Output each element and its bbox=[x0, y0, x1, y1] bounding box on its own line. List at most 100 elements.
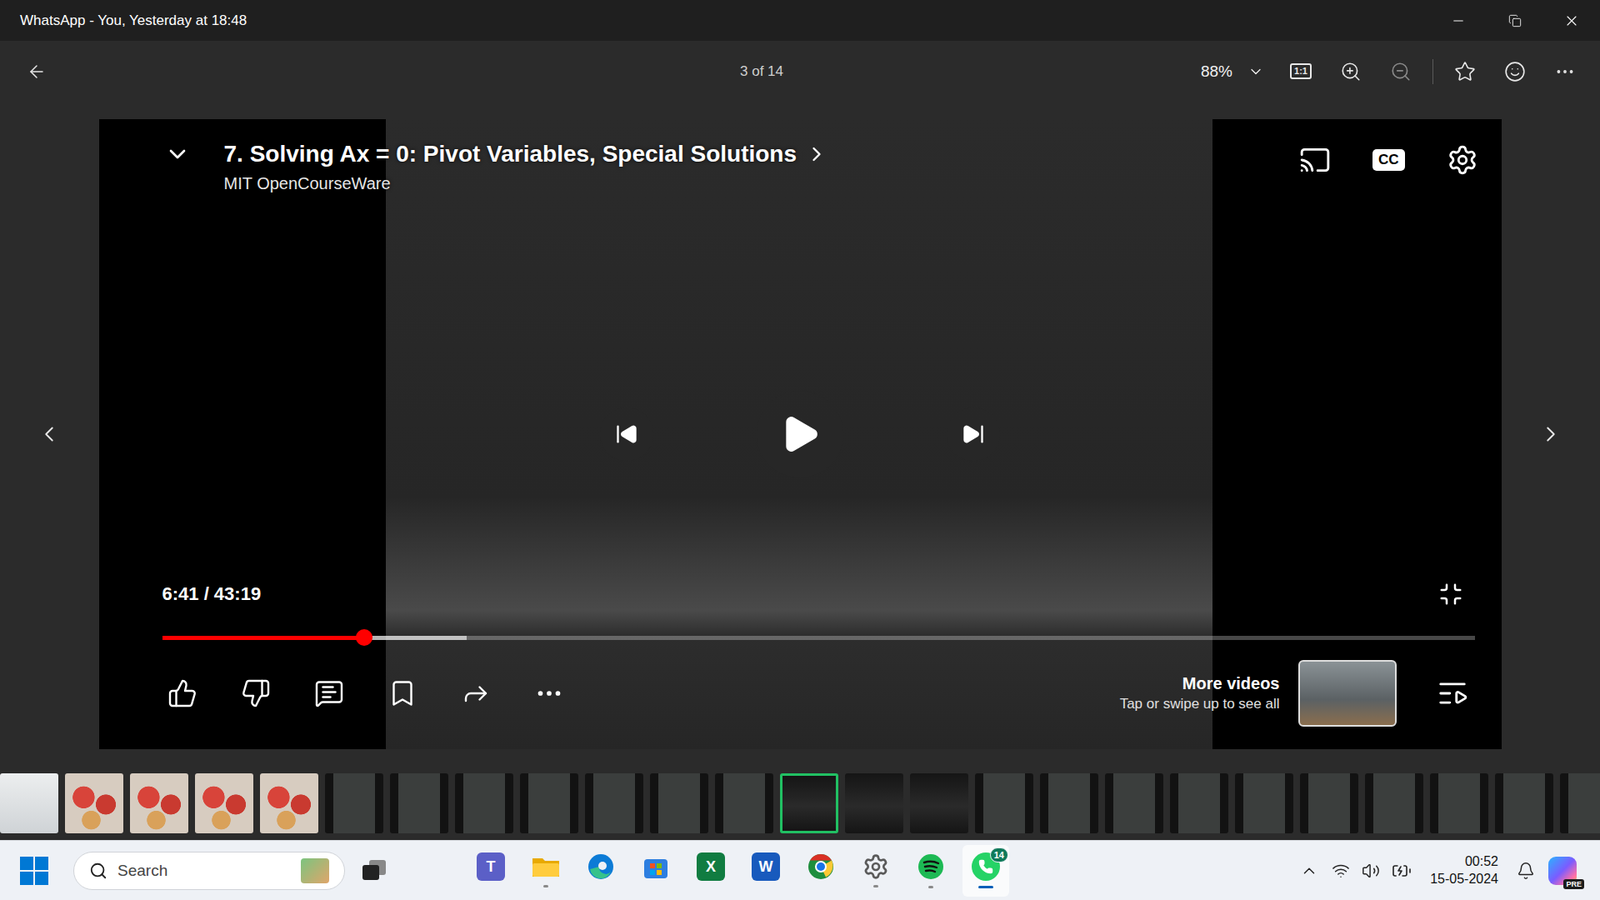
play-icon bbox=[779, 413, 821, 455]
zoom-out-icon bbox=[1390, 60, 1412, 83]
running-indicator bbox=[763, 885, 769, 889]
media-thumbnail[interactable] bbox=[455, 773, 514, 834]
taskbar-app[interactable] bbox=[632, 845, 680, 897]
media-thumbnail[interactable] bbox=[845, 773, 904, 834]
minimize-button[interactable] bbox=[1430, 0, 1487, 41]
more-icon[interactable] bbox=[534, 678, 565, 709]
taskbar-app[interactable] bbox=[522, 845, 570, 897]
more-icon bbox=[1554, 60, 1576, 83]
actual-size-icon: 1:1 bbox=[1290, 63, 1312, 80]
previous-media-button[interactable] bbox=[30, 415, 68, 453]
excel-icon: X bbox=[696, 852, 725, 881]
quick-settings[interactable] bbox=[1331, 860, 1412, 881]
dislike-icon[interactable] bbox=[240, 678, 271, 709]
settings-icon bbox=[862, 853, 890, 880]
chevron-left-icon bbox=[36, 421, 62, 447]
chevron-right-icon bbox=[1538, 421, 1564, 447]
media-thumbnail[interactable] bbox=[1040, 773, 1099, 834]
scrubber-knob[interactable] bbox=[355, 629, 373, 646]
chevron-up-icon[interactable] bbox=[1300, 861, 1319, 880]
search-highlight-image bbox=[300, 858, 330, 884]
taskbar-app[interactable] bbox=[907, 845, 955, 897]
taskbar-search[interactable]: Search bbox=[73, 851, 345, 890]
actual-size-button[interactable]: 1:1 bbox=[1282, 53, 1320, 90]
player-overlay: 7. Solving Ax = 0: Pivot Variables, Spec… bbox=[99, 119, 1502, 750]
taskbar-app[interactable] bbox=[577, 845, 625, 897]
running-indicator bbox=[653, 885, 659, 889]
zoom-dropdown[interactable]: 88% bbox=[1197, 62, 1268, 81]
search-icon bbox=[89, 861, 108, 880]
whatsapp-icon: 14 bbox=[971, 852, 1000, 881]
media-thumbnail[interactable] bbox=[1495, 773, 1554, 834]
copilot-icon[interactable]: PRE bbox=[1548, 856, 1577, 885]
more-button[interactable] bbox=[1546, 53, 1584, 90]
queue-icon[interactable] bbox=[1436, 677, 1469, 710]
previous-video-button[interactable] bbox=[600, 407, 654, 461]
back-arrow-icon bbox=[26, 61, 47, 82]
taskbar-app[interactable] bbox=[797, 845, 845, 897]
next-media-button[interactable] bbox=[1532, 415, 1570, 453]
media-thumbnail[interactable] bbox=[975, 773, 1034, 834]
screenshot-image: 7. Solving Ax = 0: Pivot Variables, Spec… bbox=[99, 119, 1502, 750]
channel-name[interactable]: MIT OpenCourseWare bbox=[224, 174, 1300, 194]
share-icon[interactable] bbox=[460, 678, 491, 709]
media-thumbnail[interactable] bbox=[1365, 773, 1424, 834]
taskbar-app[interactable] bbox=[852, 845, 900, 897]
media-thumbnail[interactable] bbox=[1105, 773, 1164, 834]
media-thumbnail[interactable] bbox=[1430, 773, 1489, 834]
zoom-in-button[interactable] bbox=[1332, 53, 1370, 90]
start-button[interactable] bbox=[20, 856, 49, 885]
restore-button[interactable] bbox=[1486, 0, 1544, 41]
media-thumbnail[interactable] bbox=[585, 773, 644, 834]
gear-icon[interactable] bbox=[1446, 144, 1479, 176]
react-button[interactable] bbox=[1496, 53, 1534, 90]
folder-icon bbox=[530, 853, 561, 880]
played-fill bbox=[162, 635, 365, 640]
media-thumbnail[interactable] bbox=[1560, 773, 1600, 834]
progress-bar[interactable] bbox=[162, 635, 1475, 640]
media-thumbnail[interactable] bbox=[520, 773, 579, 834]
media-thumbnail[interactable] bbox=[650, 773, 709, 834]
close-button[interactable] bbox=[1543, 0, 1600, 41]
like-icon[interactable] bbox=[167, 678, 198, 709]
more-videos-thumbnail[interactable] bbox=[1298, 660, 1397, 727]
taskbar-app[interactable]: W bbox=[742, 845, 790, 897]
exit-fullscreen-icon[interactable] bbox=[1438, 581, 1464, 607]
task-view-button[interactable] bbox=[354, 850, 395, 891]
taskbar-app[interactable]: X bbox=[687, 845, 735, 897]
back-button[interactable] bbox=[18, 53, 55, 90]
media-thumbnail[interactable] bbox=[195, 773, 254, 834]
window-title: WhatsApp - You, Yesterday at 18:48 bbox=[20, 12, 1430, 30]
star-button[interactable] bbox=[1446, 53, 1484, 90]
media-thumbnail[interactable] bbox=[325, 773, 384, 834]
chevron-right-icon bbox=[805, 142, 829, 166]
comments-icon[interactable] bbox=[314, 678, 345, 709]
cast-icon[interactable] bbox=[1299, 144, 1331, 176]
zoom-out-button[interactable] bbox=[1382, 53, 1420, 90]
taskbar-app[interactable]: 14 bbox=[962, 845, 1010, 897]
save-icon[interactable] bbox=[387, 678, 418, 709]
captions-icon[interactable]: CC bbox=[1372, 149, 1405, 172]
media-thumbnail[interactable] bbox=[1170, 773, 1229, 834]
video-title[interactable]: 7. Solving Ax = 0: Pivot Variables, Spec… bbox=[224, 140, 798, 168]
media-thumbnail[interactable] bbox=[1300, 773, 1359, 834]
play-button[interactable] bbox=[756, 390, 844, 478]
media-thumbnail[interactable] bbox=[780, 773, 839, 834]
more-videos[interactable]: More videosTap or swipe up to see all bbox=[1120, 674, 1280, 713]
media-thumbnail[interactable] bbox=[1235, 773, 1294, 834]
media-thumbnail[interactable] bbox=[390, 773, 449, 834]
media-thumbnail[interactable] bbox=[910, 773, 969, 834]
media-thumbnail[interactable] bbox=[260, 773, 319, 834]
media-thumbnail[interactable] bbox=[715, 773, 774, 834]
running-indicator bbox=[543, 885, 549, 888]
bell-icon[interactable] bbox=[1516, 861, 1535, 880]
edge-icon bbox=[586, 852, 615, 881]
copilot-badge: PRE bbox=[1563, 879, 1585, 890]
media-thumbnail[interactable] bbox=[0, 773, 59, 834]
collapse-icon[interactable] bbox=[164, 140, 191, 168]
taskbar-app[interactable]: T bbox=[467, 845, 515, 897]
media-thumbnail[interactable] bbox=[65, 773, 124, 834]
media-thumbnail[interactable] bbox=[130, 773, 189, 834]
next-video-button[interactable] bbox=[946, 407, 1000, 461]
clock[interactable]: 00:5215-05-2024 bbox=[1425, 854, 1504, 887]
